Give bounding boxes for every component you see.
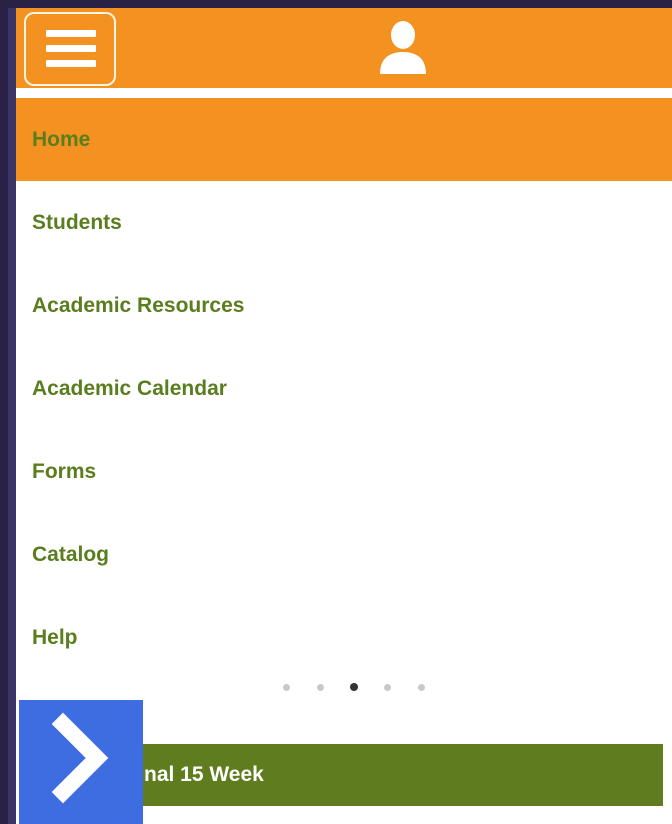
nav-item-academic-resources[interactable]: Academic Resources — [16, 264, 672, 347]
next-button[interactable] — [19, 700, 143, 824]
menu-button[interactable] — [24, 12, 116, 86]
carousel-dot-4[interactable] — [384, 684, 391, 691]
nav-item-help[interactable]: Help — [16, 596, 672, 679]
nav-item-home[interactable]: Home — [16, 98, 672, 181]
carousel-banner[interactable]: nal 15 Week — [118, 744, 663, 806]
nav-item-students[interactable]: Students — [16, 181, 672, 264]
carousel-dot-5[interactable] — [418, 684, 425, 691]
chevron-right-icon — [51, 712, 109, 804]
carousel-dot-1[interactable] — [283, 684, 290, 691]
nav-item-forms[interactable]: Forms — [16, 430, 672, 513]
top-bar — [16, 8, 672, 88]
nav-item-catalog[interactable]: Catalog — [16, 513, 672, 596]
user-silhouette-icon[interactable] — [378, 20, 428, 74]
nav-menu: Home Students Academic Resources Academi… — [16, 98, 672, 672]
carousel-dot-2[interactable] — [317, 684, 324, 691]
nav-item-academic-calendar[interactable]: Academic Calendar — [16, 347, 672, 430]
header-divider — [16, 88, 672, 98]
app-frame: Home Students Academic Resources Academi… — [8, 8, 672, 824]
carousel-dot-3[interactable] — [350, 683, 358, 691]
banner-label: nal 15 Week — [144, 763, 264, 786]
